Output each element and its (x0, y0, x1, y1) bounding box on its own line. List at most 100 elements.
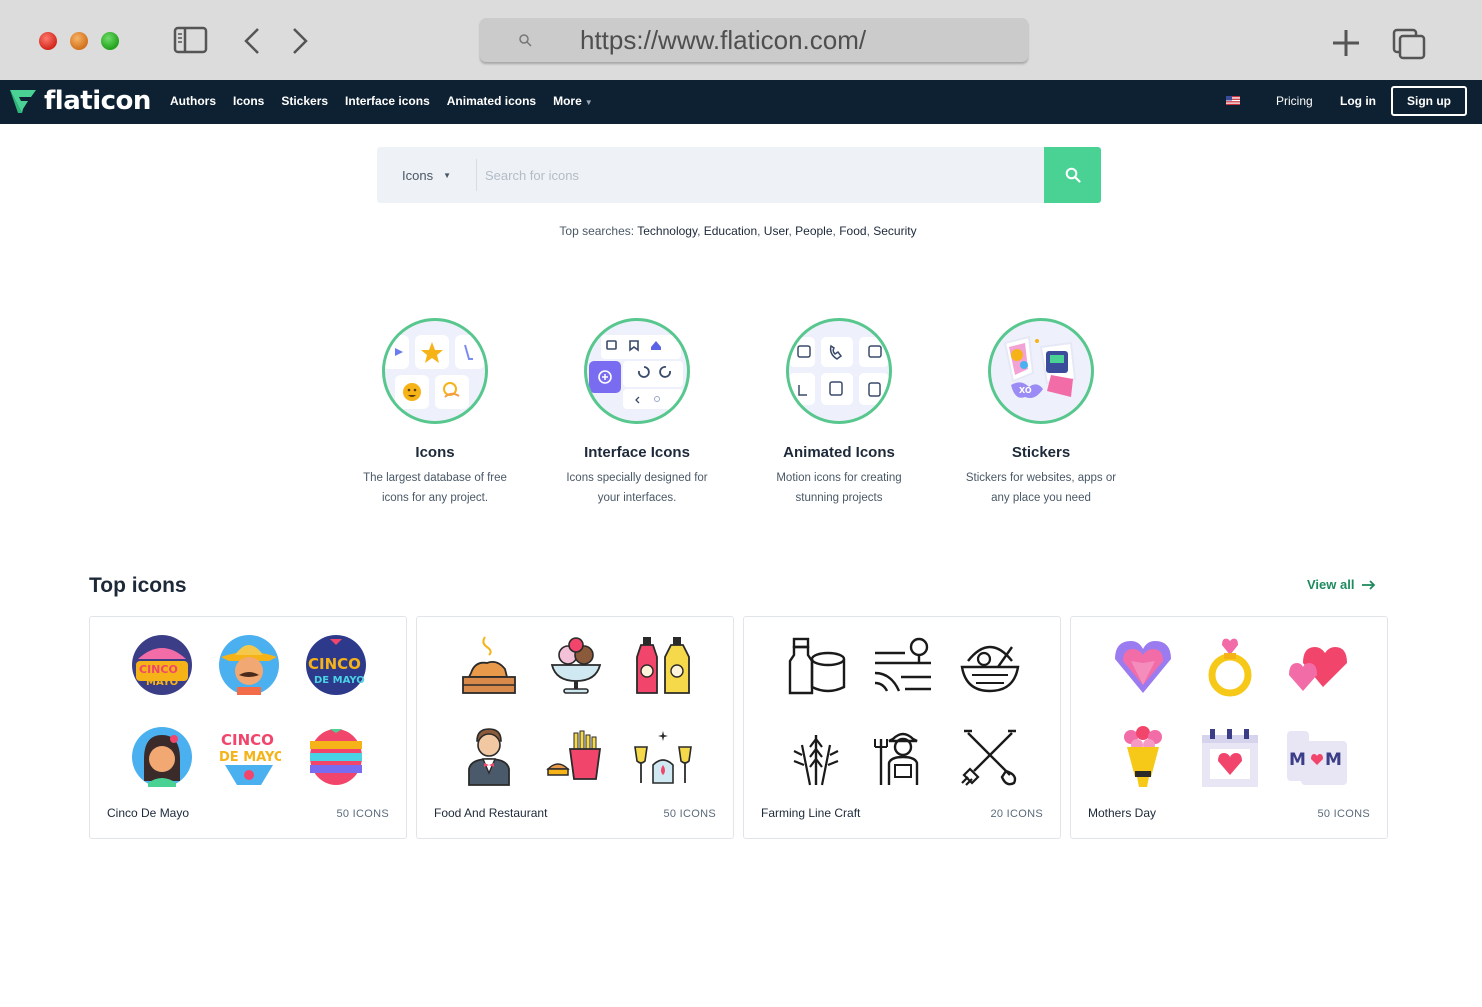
animated-icons-category-illustration (786, 318, 892, 424)
mariachi-man-icon (219, 635, 279, 695)
svg-text:DE MAYO: DE MAYO (219, 750, 281, 765)
caret-down-icon: ▼ (443, 170, 451, 180)
svg-text:DE MAYO: DE MAYO (314, 675, 365, 686)
pack-count: 50 ICONS (336, 808, 389, 820)
cinco-de-mayo-banner-icon: CINCO DE MAYO (219, 731, 281, 785)
mexican-woman-icon (132, 727, 192, 787)
category-icons[interactable]: Icons The largest database of free icons… (345, 318, 525, 508)
fries-burger-icon (546, 730, 602, 780)
top-searches-label: Top searches: (559, 224, 635, 238)
farmer-icon (874, 732, 919, 785)
search-button[interactable] (1044, 147, 1101, 203)
nav-interface-icons[interactable]: Interface icons (345, 94, 430, 108)
nav-icons[interactable]: Icons (233, 94, 264, 108)
new-tab-icon[interactable] (1331, 28, 1361, 58)
pack-count: 20 ICONS (990, 808, 1043, 820)
sidebar-toggle-icon[interactable] (173, 26, 208, 54)
search-bar: Icons ▼ (377, 147, 1101, 203)
search-icon (1065, 167, 1081, 183)
svg-text:XO: XO (1019, 386, 1032, 395)
pack-card-mothers-day[interactable]: M M Mothers Day 50 ICONS (1070, 616, 1388, 839)
search-divider (476, 159, 477, 191)
search-icon (519, 34, 532, 47)
candlelight-dinner-icon (634, 731, 692, 784)
cinco-de-mayo-text-icon: CINCO DE MAYO (306, 635, 366, 695)
pack-card-food-and-restaurant[interactable]: Food And Restaurant 50 ICONS (416, 616, 734, 839)
category-animated-icons[interactable]: Animated Icons Motion icons for creating… (749, 318, 929, 508)
stickers-category-illustration: XO (988, 318, 1094, 424)
svg-text:CINCO: CINCO (308, 655, 361, 673)
category-desc: Stickers for websites, apps or any place… (965, 472, 1117, 504)
category-desc: Motion icons for creating stunning proje… (776, 472, 902, 504)
svg-text:M: M (1325, 750, 1342, 770)
pack-card-farming-line-craft[interactable]: Farming Line Craft 20 ICONS (743, 616, 1061, 839)
top-search-user[interactable]: User (764, 224, 789, 238)
pack-name: Mothers Day (1088, 806, 1157, 820)
us-flag-icon[interactable] (1226, 96, 1240, 105)
site-navbar: flaticon Authors Icons Stickers Interfac… (0, 80, 1482, 124)
pack-preview-grid: M M (1097, 629, 1363, 795)
category-title: Icons (415, 444, 455, 461)
nav-animated-icons[interactable]: Animated icons (447, 94, 536, 108)
address-bar[interactable]: https://www.flaticon.com/ (480, 18, 1028, 62)
top-search-security[interactable]: Security (873, 224, 916, 238)
close-window-button[interactable] (39, 32, 57, 50)
nav-more-label: More (553, 94, 582, 108)
search-input[interactable] (485, 161, 1025, 189)
search-type-dropdown[interactable]: Icons ▼ (377, 147, 476, 203)
nav-authors[interactable]: Authors (170, 94, 216, 108)
forward-arrow-icon[interactable] (290, 26, 310, 56)
arrow-right-icon (1362, 579, 1376, 590)
pack-name: Cinco De Mayo (107, 806, 190, 820)
flaticon-logo[interactable]: flaticon (8, 86, 151, 116)
category-title: Interface Icons (584, 444, 690, 461)
signup-button[interactable]: Sign up (1391, 86, 1467, 116)
category-desc: The largest database of free icons for a… (363, 472, 507, 504)
pack-card-cinco-de-mayo[interactable]: CINCO MAYO CINCO DE MAYO CINCO DE MAYO C… (89, 616, 407, 839)
pack-name: Food And Restaurant (434, 806, 548, 820)
browser-chrome: https://www.flaticon.com/ (0, 0, 1482, 80)
vegetable-basket-icon (960, 645, 1020, 693)
icons-category-illustration (382, 318, 488, 424)
svg-text:CINCO: CINCO (221, 731, 274, 749)
two-hearts-icon (1289, 647, 1347, 691)
waiter-icon (468, 728, 510, 786)
pack-count: 50 ICONS (1317, 808, 1370, 820)
farm-fields-icon (874, 637, 931, 692)
login-link[interactable]: Log in (1340, 94, 1376, 108)
svg-text:CINCO: CINCO (139, 663, 178, 676)
nav-more[interactable]: More ▼ (553, 94, 593, 108)
top-search-food[interactable]: Food (839, 224, 866, 238)
milk-jug-icon (788, 637, 846, 695)
pricing-link[interactable]: Pricing (1276, 94, 1313, 108)
minimize-window-button[interactable] (70, 32, 88, 50)
food-tray-icon (462, 636, 516, 694)
top-search-people[interactable]: People (795, 224, 832, 238)
search-type-label: Icons (402, 167, 434, 183)
category-interface-icons[interactable]: Interface Icons Icons specially designed… (547, 318, 727, 508)
maximize-window-button[interactable] (101, 32, 119, 50)
sombrero-cinco-icon: CINCO MAYO (132, 635, 192, 695)
interface-icons-category-illustration (584, 318, 690, 424)
pinata-egg-icon (310, 729, 362, 785)
svg-text:MAYO: MAYO (146, 677, 178, 688)
pack-preview-grid: CINCO MAYO CINCO DE MAYO CINCO DE MAYO (116, 629, 382, 795)
back-arrow-icon[interactable] (242, 26, 262, 56)
nav-stickers[interactable]: Stickers (281, 94, 328, 108)
top-searches: Top searches: Technology, Education, Use… (559, 224, 917, 238)
view-all-label: View all (1307, 577, 1355, 592)
top-icons-title: Top icons (89, 574, 187, 597)
tabs-overview-icon[interactable] (1392, 28, 1426, 60)
view-all-link[interactable]: View all (1307, 577, 1376, 592)
logo-text: flaticon (44, 86, 151, 116)
category-desc: Icons specially designed for your interf… (566, 472, 708, 504)
pitchfork-shovel-icon (961, 729, 1017, 786)
flaticon-logo-icon (10, 90, 36, 113)
top-search-technology[interactable]: Technology (637, 224, 697, 238)
category-stickers[interactable]: XO Stickers Stickers for websites, apps … (951, 318, 1131, 508)
category-title: Stickers (1011, 444, 1071, 461)
top-search-education[interactable]: Education (704, 224, 757, 238)
ice-cream-bowl-icon (550, 637, 602, 694)
heart-ring-icon (1208, 638, 1252, 697)
calendar-heart-icon (1202, 729, 1258, 787)
